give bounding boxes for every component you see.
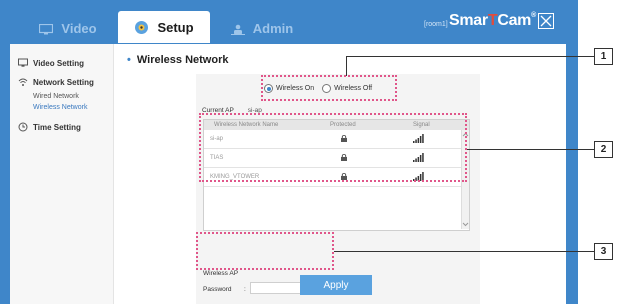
monitor-icon	[18, 58, 28, 68]
password-label: Password	[203, 286, 232, 293]
tab-admin[interactable]: Admin	[214, 13, 310, 43]
bullet-icon: •	[127, 54, 131, 66]
callout-2: 2	[594, 141, 613, 158]
brand-logo: SmarTCam®	[449, 12, 536, 29]
close-icon[interactable]	[538, 13, 554, 29]
tab-video[interactable]: Video	[20, 13, 116, 43]
monitor-icon	[39, 23, 54, 34]
sidebar-item-label: Video Setting	[33, 58, 84, 68]
wireless-ap-label: Wireless AP	[203, 270, 239, 277]
callout-line-1	[346, 56, 594, 57]
sidebar: Video Setting Network Setting Wired Netw…	[10, 44, 114, 304]
callout-line-3	[334, 251, 594, 252]
callout-line-2	[467, 149, 594, 150]
callout-1: 1	[594, 48, 613, 65]
wifi-icon	[18, 77, 28, 87]
page-title: • Wireless Network	[127, 54, 229, 66]
callout-line-1	[346, 56, 347, 76]
sidebar-item-label: Network Setting	[33, 77, 94, 87]
sidebar-item-wireless-network[interactable]: Wireless Network	[33, 104, 87, 111]
room-label: [room1]	[424, 21, 448, 28]
sidebar-item-network-setting[interactable]: Network Setting	[18, 77, 94, 87]
highlight-wireless-toggle	[261, 75, 397, 101]
tab-setup-label: Setup	[157, 19, 194, 35]
password-colon: :	[244, 286, 246, 293]
app-frame: Video Setup Admin [room1] SmarTCam® Vide…	[0, 0, 578, 304]
sidebar-item-wired-network[interactable]: Wired Network	[33, 93, 79, 100]
highlight-password	[196, 232, 334, 270]
tab-video-label: Video	[61, 20, 97, 36]
tab-setup[interactable]: Setup	[118, 11, 210, 43]
users-icon	[230, 23, 245, 35]
clock-icon	[18, 122, 28, 132]
sidebar-item-time-setting[interactable]: Time Setting	[18, 122, 81, 132]
highlight-ap-list	[199, 113, 467, 182]
scroll-down-icon[interactable]	[462, 221, 469, 227]
tab-admin-label: Admin	[252, 20, 294, 36]
callout-3: 3	[594, 243, 613, 260]
sidebar-item-label: Time Setting	[33, 122, 81, 132]
apply-button[interactable]: Apply	[300, 275, 372, 295]
globe-gear-icon	[134, 20, 149, 35]
sidebar-item-video-setting[interactable]: Video Setting	[18, 58, 84, 68]
